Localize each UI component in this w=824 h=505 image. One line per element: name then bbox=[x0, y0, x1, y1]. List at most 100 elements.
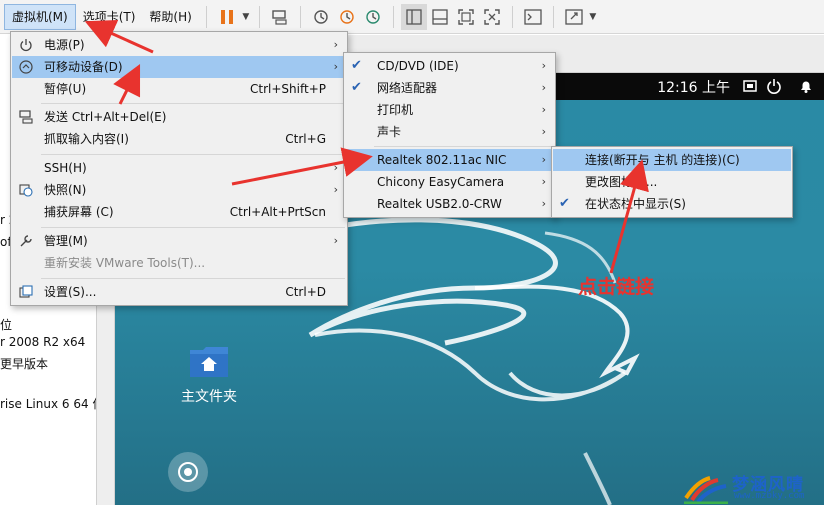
library-item[interactable]: r 2008 R2 x64 bbox=[0, 335, 85, 349]
menu-item-sound-card[interactable]: 声卡 › bbox=[345, 121, 554, 143]
chevron-right-icon: › bbox=[333, 161, 338, 174]
settings-icon bbox=[18, 284, 34, 300]
chevron-right-icon: › bbox=[333, 38, 338, 51]
library-view-icon[interactable] bbox=[400, 3, 427, 30]
menu-tabs[interactable]: 选项卡(T) bbox=[76, 4, 143, 30]
menu-item-label: Realtek USB2.0-CRW bbox=[377, 197, 502, 211]
menu-item-pause[interactable]: 暂停(U) Ctrl+Shift+P bbox=[12, 78, 346, 100]
chevron-right-icon: › bbox=[541, 103, 546, 116]
unity-icon[interactable] bbox=[479, 4, 505, 30]
menu-item-power[interactable]: 电源(P) › bbox=[12, 34, 346, 56]
menu-item-settings[interactable]: 设置(S)... Ctrl+D bbox=[12, 281, 346, 303]
wrench-icon bbox=[18, 233, 34, 249]
menu-item-label: 网络适配器 bbox=[377, 81, 438, 95]
shortcut-label: Ctrl+G bbox=[285, 132, 326, 146]
send-keys-icon[interactable] bbox=[267, 4, 293, 30]
toolbar-separator bbox=[392, 5, 394, 28]
chevron-right-icon: › bbox=[541, 197, 546, 210]
menu-item-ssh[interactable]: SSH(H) › bbox=[12, 157, 346, 179]
toolbar-separator bbox=[511, 5, 513, 28]
toolbar-separator bbox=[258, 5, 260, 28]
chevron-right-icon: › bbox=[541, 81, 546, 94]
menu-item-realtek-nic[interactable]: Realtek 802.11ac NIC › bbox=[345, 149, 554, 171]
toolbar-separator bbox=[552, 5, 554, 28]
annotation-text: 点击链接 bbox=[578, 276, 655, 298]
menu-item-label: 重新安装 VMware Tools(T)... bbox=[44, 256, 206, 270]
menu-help[interactable]: 帮助(H) bbox=[142, 4, 198, 30]
bell-icon[interactable] bbox=[798, 78, 814, 94]
home-folder-label: 主文件夹 bbox=[181, 389, 237, 405]
snapshot-manager-icon[interactable] bbox=[360, 4, 386, 30]
stretch-icon[interactable] bbox=[561, 4, 587, 30]
menu-item-cd-dvd[interactable]: ✔ CD/DVD (IDE) › bbox=[345, 55, 554, 77]
chevron-down-icon[interactable]: ▼ bbox=[587, 4, 599, 30]
menu-separator bbox=[41, 154, 345, 155]
pause-icon[interactable] bbox=[214, 4, 240, 30]
menu-item-reinstall-tools: 重新安装 VMware Tools(T)... bbox=[12, 252, 346, 274]
chevron-down-icon[interactable]: ▼ bbox=[240, 4, 252, 30]
menu-item-snapshot[interactable]: 快照(N) › bbox=[12, 179, 346, 201]
toolbar-separator bbox=[299, 5, 301, 28]
menu-vm[interactable]: 虚拟机(M) bbox=[4, 3, 76, 30]
home-folder-icon bbox=[190, 347, 228, 377]
menu-item-label: 声卡 bbox=[377, 125, 402, 139]
watermark: 梦涵风晴 www.mzbky.com bbox=[680, 468, 824, 505]
menu-item-show-in-statusbar[interactable]: ✔ 在状态栏中显示(S) bbox=[553, 193, 791, 215]
library-item[interactable]: rise Linux 6 64 位 bbox=[0, 395, 96, 412]
menu-item-manage[interactable]: 管理(M) › bbox=[12, 230, 346, 252]
chevron-right-icon: › bbox=[333, 183, 338, 196]
check-icon: ✔ bbox=[559, 196, 570, 211]
home-folder[interactable]: 主文件夹 bbox=[159, 345, 259, 406]
check-icon: ✔ bbox=[351, 58, 362, 73]
send-keys-icon bbox=[18, 109, 34, 125]
power-icon[interactable] bbox=[766, 78, 782, 94]
console-icon[interactable] bbox=[520, 4, 546, 30]
menubar: 虚拟机(M) 选项卡(T) 帮助(H) ▼ ▼ bbox=[0, 0, 824, 34]
library-item[interactable]: 位 bbox=[0, 316, 12, 333]
vm-menu: 电源(P) › 可移动设备(D) › 暂停(U) Ctrl+Shift+P 发送… bbox=[10, 31, 348, 306]
menu-item-change-icon[interactable]: 更改图标(I)... bbox=[553, 171, 791, 193]
shortcut-label: Ctrl+Shift+P bbox=[250, 82, 326, 96]
menu-item-label: 可移动设备(D) bbox=[44, 60, 123, 74]
menu-item-label: 暂停(U) bbox=[44, 82, 87, 96]
menu-item-grab-input[interactable]: 抓取输入内容(I) Ctrl+G bbox=[12, 128, 346, 150]
menu-item-chicony-camera[interactable]: Chicony EasyCamera › bbox=[345, 171, 554, 193]
menu-item-send-ctrl-alt-del[interactable]: 发送 Ctrl+Alt+Del(E) bbox=[12, 106, 346, 128]
disc-icon[interactable] bbox=[167, 451, 209, 493]
toolbar-separator bbox=[205, 5, 207, 28]
menu-item-label: 更改图标(I)... bbox=[585, 175, 658, 189]
menu-item-removable-devices[interactable]: 可移动设备(D) › bbox=[12, 56, 346, 78]
menu-item-label: 快照(N) bbox=[44, 183, 87, 197]
menu-item-label: CD/DVD (IDE) bbox=[377, 59, 459, 73]
revert-snapshot-icon[interactable] bbox=[334, 4, 360, 30]
window-icon[interactable] bbox=[742, 78, 758, 94]
watermark-logo bbox=[684, 476, 728, 504]
removable-devices-menu: ✔ CD/DVD (IDE) › ✔ 网络适配器 › 打印机 › 声卡 › Re… bbox=[343, 52, 556, 218]
snapshot-icon[interactable] bbox=[308, 4, 334, 30]
chevron-right-icon: › bbox=[541, 125, 546, 138]
menu-separator bbox=[41, 103, 345, 104]
nic-menu: 连接(断开与 主机 的连接)(C) 更改图标(I)... ✔ 在状态栏中显示(S… bbox=[551, 146, 793, 218]
menu-item-label: 管理(M) bbox=[44, 234, 88, 248]
menu-item-connect[interactable]: 连接(断开与 主机 的连接)(C) bbox=[553, 149, 791, 171]
power-icon bbox=[18, 37, 34, 53]
chevron-right-icon: › bbox=[333, 234, 338, 247]
menu-item-label: SSH(H) bbox=[44, 161, 87, 175]
library-item[interactable]: 更早版本 bbox=[0, 355, 48, 372]
menu-item-realtek-card-reader[interactable]: Realtek USB2.0-CRW › bbox=[345, 193, 554, 215]
check-icon: ✔ bbox=[351, 80, 362, 95]
menu-item-label: 抓取输入内容(I) bbox=[44, 132, 129, 146]
menu-item-printer[interactable]: 打印机 › bbox=[345, 99, 554, 121]
chevron-right-icon: › bbox=[541, 175, 546, 188]
menu-item-network-adapter[interactable]: ✔ 网络适配器 › bbox=[345, 77, 554, 99]
chevron-right-icon: › bbox=[541, 153, 546, 166]
thumbnail-bar-icon[interactable] bbox=[427, 4, 453, 30]
menu-item-capture-screen[interactable]: 捕获屏幕 (C) Ctrl+Alt+PrtScn bbox=[12, 201, 346, 223]
shortcut-label: Ctrl+Alt+PrtScn bbox=[229, 205, 326, 219]
clock[interactable]: 12:16 上午 bbox=[657, 77, 730, 97]
menu-item-label: 在状态栏中显示(S) bbox=[585, 197, 686, 211]
fullscreen-icon[interactable] bbox=[453, 4, 479, 30]
menu-separator bbox=[41, 278, 345, 279]
menu-separator bbox=[374, 146, 553, 147]
shortcut-label: Ctrl+D bbox=[285, 285, 326, 299]
